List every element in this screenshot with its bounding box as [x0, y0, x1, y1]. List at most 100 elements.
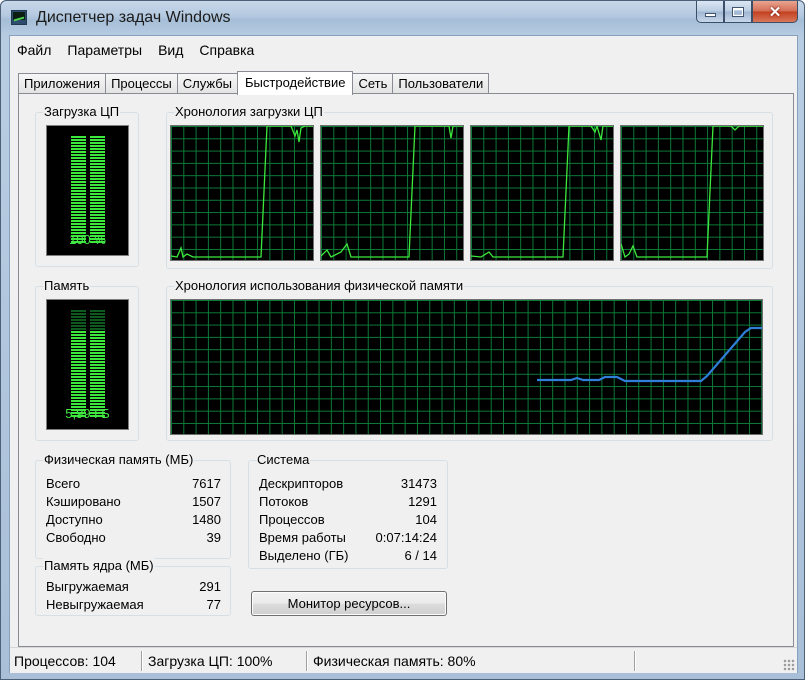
memory-meter-segment: [71, 334, 86, 336]
cpu-meter-segment: [71, 136, 86, 138]
cpu-core-line-2: [321, 126, 463, 258]
system-row: Дескрипторов 31473: [259, 476, 437, 491]
maximize-icon: [732, 6, 744, 17]
memory-meter-segment: [90, 319, 105, 321]
cpu-usage-bars: [71, 136, 105, 243]
status-memory: Физическая память: 80%: [313, 653, 476, 669]
memory-meter-segment: [90, 397, 105, 399]
cpu-meter-segment: [90, 187, 105, 189]
cpu-meter-segment: [90, 217, 105, 219]
memory-meter-segment: [71, 319, 86, 321]
cpu-history-group: Хронология загрузки ЦП: [166, 104, 773, 269]
cpu-usage-title: Загрузка ЦП: [43, 104, 121, 120]
task-manager-window: Диспетчер задач Windows ✕ Файл Параметры…: [0, 0, 805, 680]
tab-performance[interactable]: Быстродействие: [237, 71, 354, 95]
cpu-core-graph-1: [170, 125, 314, 261]
cpu-meter-segment: [90, 205, 105, 207]
menu-bar: Файл Параметры Вид Справка: [10, 36, 797, 64]
kernel-memory-row: Невыгружаемая 77: [46, 597, 221, 612]
cpu-meter-segment: [71, 157, 86, 159]
physical-memory-row: Свободно 39: [46, 530, 221, 545]
system-title: Система: [256, 452, 311, 468]
cpu-meter-segment: [90, 139, 105, 141]
resize-grip[interactable]: [783, 659, 795, 671]
cpu-meter-segment: [71, 208, 86, 210]
performance-panel: Загрузка ЦП 100 % Хронология загрузки ЦП: [18, 93, 794, 647]
memory-meter-segment: [71, 322, 86, 324]
cpu-meter-segment: [90, 223, 105, 225]
cpu-core-graph-2: [320, 125, 464, 261]
memory-meter-segment: [71, 370, 86, 372]
row-value: 77: [206, 597, 221, 612]
row-label: Выделено (ГБ): [259, 548, 349, 563]
cpu-meter-segment: [71, 193, 86, 195]
cpu-meter-segment: [90, 169, 105, 171]
physical-memory-title: Физическая память (МБ): [43, 452, 195, 468]
memory-meter-segment: [71, 346, 86, 348]
memory-meter-segment: [90, 358, 105, 360]
row-label: Всего: [46, 476, 81, 491]
memory-meter-segment: [90, 316, 105, 318]
cpu-meter-segment: [90, 157, 105, 159]
cpu-meter-segment: [71, 226, 86, 228]
tab-services[interactable]: Службы: [176, 73, 239, 94]
memory-meter-segment: [71, 313, 86, 315]
cpu-meter-segment: [71, 205, 86, 207]
kernel-memory-row: Выгружаемая 291: [46, 579, 221, 594]
menu-file[interactable]: Файл: [16, 40, 52, 60]
row-value: 1291: [408, 494, 437, 509]
memory-meter-segment: [71, 352, 86, 354]
title-bar[interactable]: Диспетчер задач Windows ✕: [1, 1, 804, 35]
status-separator: [634, 651, 636, 671]
cpu-core-graph-4: [620, 125, 764, 261]
status-cpu: Загрузка ЦП: 100%: [148, 653, 273, 669]
memory-meter-segment: [71, 331, 86, 333]
close-button[interactable]: ✕: [752, 1, 798, 23]
cpu-meter-segment: [71, 181, 86, 183]
memory-meter-segment: [71, 391, 86, 393]
status-separator: [141, 651, 143, 671]
tab-processes[interactable]: Процессы: [105, 73, 178, 94]
menu-options[interactable]: Параметры: [66, 40, 143, 60]
menu-help[interactable]: Справка: [198, 40, 255, 60]
tab-applications[interactable]: Приложения: [18, 73, 107, 94]
row-label: Потоков: [259, 494, 309, 509]
cpu-meter-segment: [71, 178, 86, 180]
tab-users[interactable]: Пользователи: [392, 73, 490, 94]
memory-meter-segment: [71, 367, 86, 369]
row-label: Кэшировано: [46, 494, 121, 509]
memory-meter-segment: [90, 400, 105, 402]
memory-meter-segment: [71, 328, 86, 330]
cpu-meter-segment: [71, 211, 86, 213]
memory-history-group: Хронология использования физической памя…: [166, 278, 773, 441]
maximize-button[interactable]: [724, 1, 752, 23]
memory-meter-segment: [90, 343, 105, 345]
cpu-meter-segment: [90, 208, 105, 210]
memory-meter-segment: [90, 325, 105, 327]
window-client: Файл Параметры Вид Справка Приложения Пр…: [9, 35, 798, 673]
memory-meter-segment: [90, 385, 105, 387]
cpu-meter-segment: [71, 163, 86, 165]
cpu-history-title: Хронология загрузки ЦП: [174, 104, 324, 120]
cpu-meter-segment: [90, 142, 105, 144]
cpu-meter-segment: [90, 163, 105, 165]
memory-bars: [71, 310, 105, 417]
cpu-meter-segment: [90, 190, 105, 192]
memory-meter-segment: [90, 352, 105, 354]
memory-meter-segment: [71, 373, 86, 375]
memory-value: 5,99 ГБ: [65, 406, 110, 421]
status-separator: [306, 651, 308, 671]
row-value: 6 / 14: [404, 548, 437, 563]
memory-meter-segment: [71, 355, 86, 357]
cpu-meter-segment: [90, 160, 105, 162]
memory-meter-segment: [90, 373, 105, 375]
memory-meter-segment: [71, 358, 86, 360]
memory-meter-segment: [71, 376, 86, 378]
memory-meter-segment: [71, 349, 86, 351]
cpu-core-line-4: [621, 126, 763, 259]
resource-monitor-button[interactable]: Монитор ресурсов...: [251, 591, 447, 616]
memory-meter-segment: [71, 340, 86, 342]
tab-networking[interactable]: Сеть: [352, 73, 394, 94]
minimize-button[interactable]: [696, 1, 724, 23]
menu-view[interactable]: Вид: [157, 40, 184, 60]
